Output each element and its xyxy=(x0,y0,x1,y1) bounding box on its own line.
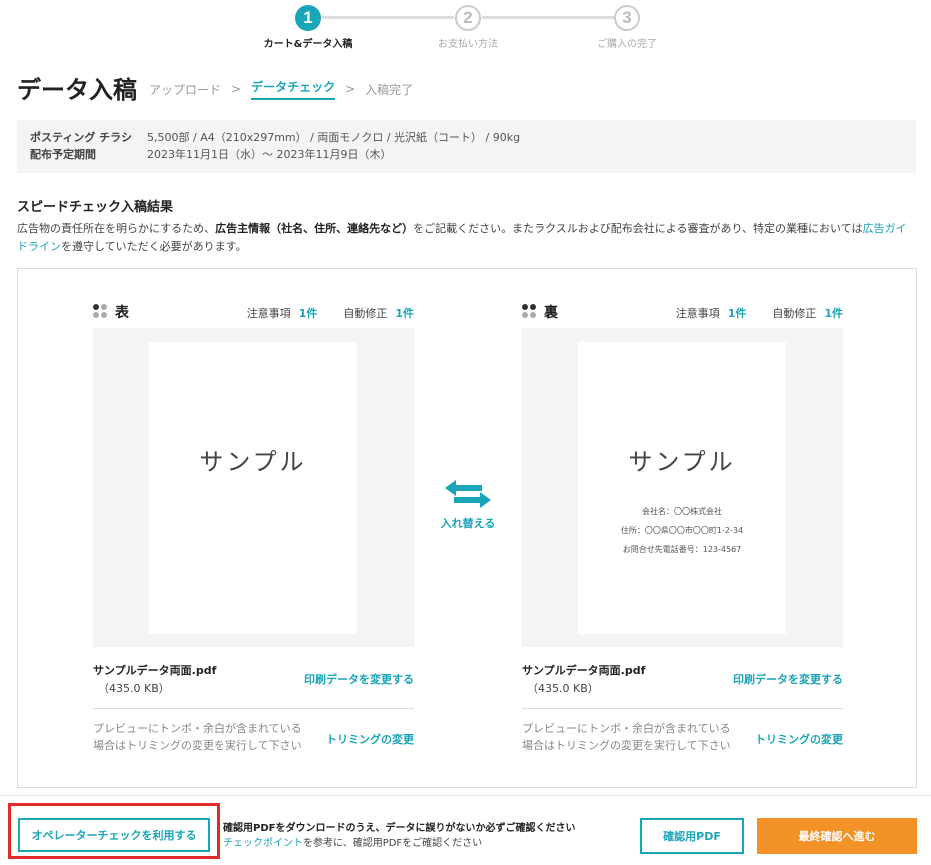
checkpoint-link[interactable]: チェックポイント xyxy=(223,838,303,849)
back-side: 裏 注意事項 1件 自動修正 1件 サンプル 会社名：〇〇株式会社 住所：〇〇県〇〇市… xyxy=(522,302,843,752)
back-trim-note: プレビューにトンボ・余白が含まれている 場合はトリミングの変更を実行して下さい xyxy=(522,720,731,754)
autofix-count[interactable]: 1件 xyxy=(824,307,843,320)
back-header: 裏 注意事項 1件 自動修正 1件 xyxy=(522,302,843,328)
back-preview: サンプル 会社名：〇〇株式会社 住所：〇〇県〇〇市〇〇町1-2-34 お問合せ先… xyxy=(522,328,843,647)
back-trim-link[interactable]: トリミングの変更 xyxy=(755,731,843,747)
section-description: 広告物の責任所在を明らかにするため、広告主情報（社名、住所、連絡先など）をご記載… xyxy=(17,220,917,256)
bottom-note: 確認用PDFをダウンロードのうえ、データに誤りがないか必ずご確認ください チェッ… xyxy=(223,821,575,851)
side-dots-icon xyxy=(522,304,537,319)
order-info-box: ポスティング チラシ 5,500部 / A4（210x297mm） / 両面モノ… xyxy=(17,120,916,173)
caution-label: 注意事項 xyxy=(246,307,291,320)
period-row: 配布予定期間 2023年11月1日（水）～ 2023年11月9日（木） xyxy=(30,146,903,163)
front-change-data-link[interactable]: 印刷データを変更する xyxy=(304,671,414,687)
address-line: 住所：〇〇県〇〇市〇〇町1-2-34 xyxy=(620,526,744,535)
sample-advertiser-info: 会社名：〇〇株式会社 住所：〇〇県〇〇市〇〇町1-2-34 お問合せ先電話番号：… xyxy=(578,502,786,559)
sample-text: サンプル xyxy=(199,448,307,476)
autofix-label: 自動修正 xyxy=(343,307,388,320)
product-label: ポスティング チラシ xyxy=(30,131,132,144)
front-file-size: （435.0 KB） xyxy=(98,682,170,695)
breadcrumb-separator: > xyxy=(231,82,242,96)
caution-count[interactable]: 1件 xyxy=(728,307,747,320)
side-dots-icon xyxy=(93,304,108,319)
period-value: 2023年11月1日（水）～ 2023年11月9日（木） xyxy=(147,148,392,161)
divider xyxy=(522,708,843,709)
period-label: 配布予定期間 xyxy=(30,148,96,161)
phone-line: お問合せ先電話番号：123-4567 xyxy=(622,545,742,554)
progress-stepper: 1 カート&データ入稿 2 お支払い方法 3 ご購入の完了 xyxy=(0,0,931,60)
swap-label: 入れ替える xyxy=(440,517,496,530)
front-header: 表 注意事項 1件 自動修正 1件 xyxy=(93,302,414,328)
front-file-name: サンプルデータ両面.pdf xyxy=(93,664,217,677)
note-line-1: 確認用PDFをダウンロードのうえ、データに誤りがないか必ずご確認ください xyxy=(223,823,576,834)
sample-text: サンプル xyxy=(628,448,736,476)
back-file-size: （435.0 KB） xyxy=(527,682,599,695)
back-change-data-link[interactable]: 印刷データを変更する xyxy=(733,671,843,687)
company-line: 会社名：〇〇株式会社 xyxy=(642,507,722,516)
step-3-label: ご購入の完了 xyxy=(597,39,657,50)
back-side-name: 裏 xyxy=(544,305,558,321)
trim-note-line: プレビューにトンボ・余白が含まれている xyxy=(93,722,302,735)
note-text: を参考に、確認用PDFをご確認ください xyxy=(303,838,483,849)
front-trim-note: プレビューにトンボ・余白が含まれている 場合はトリミングの変更を実行して下さい xyxy=(93,720,302,754)
trim-note-line: 場合はトリミングの変更を実行して下さい xyxy=(93,739,302,752)
step-3-circle: 3 xyxy=(614,5,640,31)
product-value: 5,500部 / A4（210x297mm） / 両面モノクロ / 光沢紙（コー… xyxy=(147,131,521,144)
product-row: ポスティング チラシ 5,500部 / A4（210x297mm） / 両面モノ… xyxy=(30,129,903,146)
front-side: 表 注意事項 1件 自動修正 1件 サンプル サンプルデータ両面.pdf （435.0… xyxy=(93,302,414,752)
step-2-circle: 2 xyxy=(455,5,481,31)
check-result-panel: 表 注意事項 1件 自動修正 1件 サンプル サンプルデータ両面.pdf （435.0… xyxy=(17,268,917,788)
operator-check-button[interactable]: オペレーターチェックを利用する xyxy=(18,818,210,852)
step-1-circle: 1 xyxy=(295,5,321,31)
front-preview-page: サンプル xyxy=(149,342,357,634)
step-1-label: カート&データ入稿 xyxy=(263,39,353,50)
front-meta: 注意事項 1件 自動修正 1件 xyxy=(247,305,414,321)
back-preview-page: サンプル 会社名：〇〇株式会社 住所：〇〇県〇〇市〇〇町1-2-34 お問合せ先… xyxy=(578,342,786,634)
page-title: データ入稿 xyxy=(17,76,137,104)
autofix-label: 自動修正 xyxy=(772,307,817,320)
proceed-final-confirm-button[interactable]: 最終確認へ進む xyxy=(757,818,917,854)
back-meta: 注意事項 1件 自動修正 1件 xyxy=(676,305,843,321)
desc-text: を遵守していただく必要があります。 xyxy=(61,240,247,253)
step-connector xyxy=(322,16,454,19)
confirmation-pdf-button[interactable]: 確認用PDF xyxy=(640,818,744,854)
trim-note-line: 場合はトリミングの変更を実行して下さい xyxy=(522,739,731,752)
desc-text: 広告物の責任所在を明らかにするため、 xyxy=(17,222,216,235)
step-connector xyxy=(482,16,614,19)
autofix-count[interactable]: 1件 xyxy=(395,307,414,320)
trim-note-line: プレビューにトンボ・余白が含まれている xyxy=(522,722,731,735)
note-line-2: チェックポイントを参考に、確認用PDFをご確認ください xyxy=(223,836,575,851)
front-preview: サンプル xyxy=(93,328,414,647)
caution-count[interactable]: 1件 xyxy=(299,307,318,320)
front-side-name: 表 xyxy=(115,305,129,321)
swap-arrows-icon xyxy=(445,480,491,508)
breadcrumb-separator: > xyxy=(345,82,356,96)
caution-label: 注意事項 xyxy=(675,307,720,320)
divider xyxy=(93,708,414,709)
section-title: スピードチェック入稿結果 xyxy=(17,200,174,215)
breadcrumb-upload[interactable]: アップロード xyxy=(149,81,221,98)
front-trim-link[interactable]: トリミングの変更 xyxy=(326,731,414,747)
back-file-name: サンプルデータ両面.pdf xyxy=(522,664,646,677)
bottom-action-bar: オペレーターチェックを利用する 確認用PDFをダウンロードのうえ、データに誤りが… xyxy=(0,795,931,865)
step-2-label: お支払い方法 xyxy=(438,39,498,50)
breadcrumb-complete: 入稿完了 xyxy=(365,82,414,97)
desc-bold: 広告主情報（社名、住所、連絡先など） xyxy=(215,222,414,235)
breadcrumb-data-check: データチェック xyxy=(251,78,336,100)
breadcrumb: アップロード > データチェック > 入稿完了 xyxy=(149,78,413,100)
desc-text: をご記載ください。またラクスルおよび配布会社による審査があり、特定の業種において… xyxy=(413,222,863,235)
swap-button[interactable]: 入れ替える xyxy=(436,479,500,531)
